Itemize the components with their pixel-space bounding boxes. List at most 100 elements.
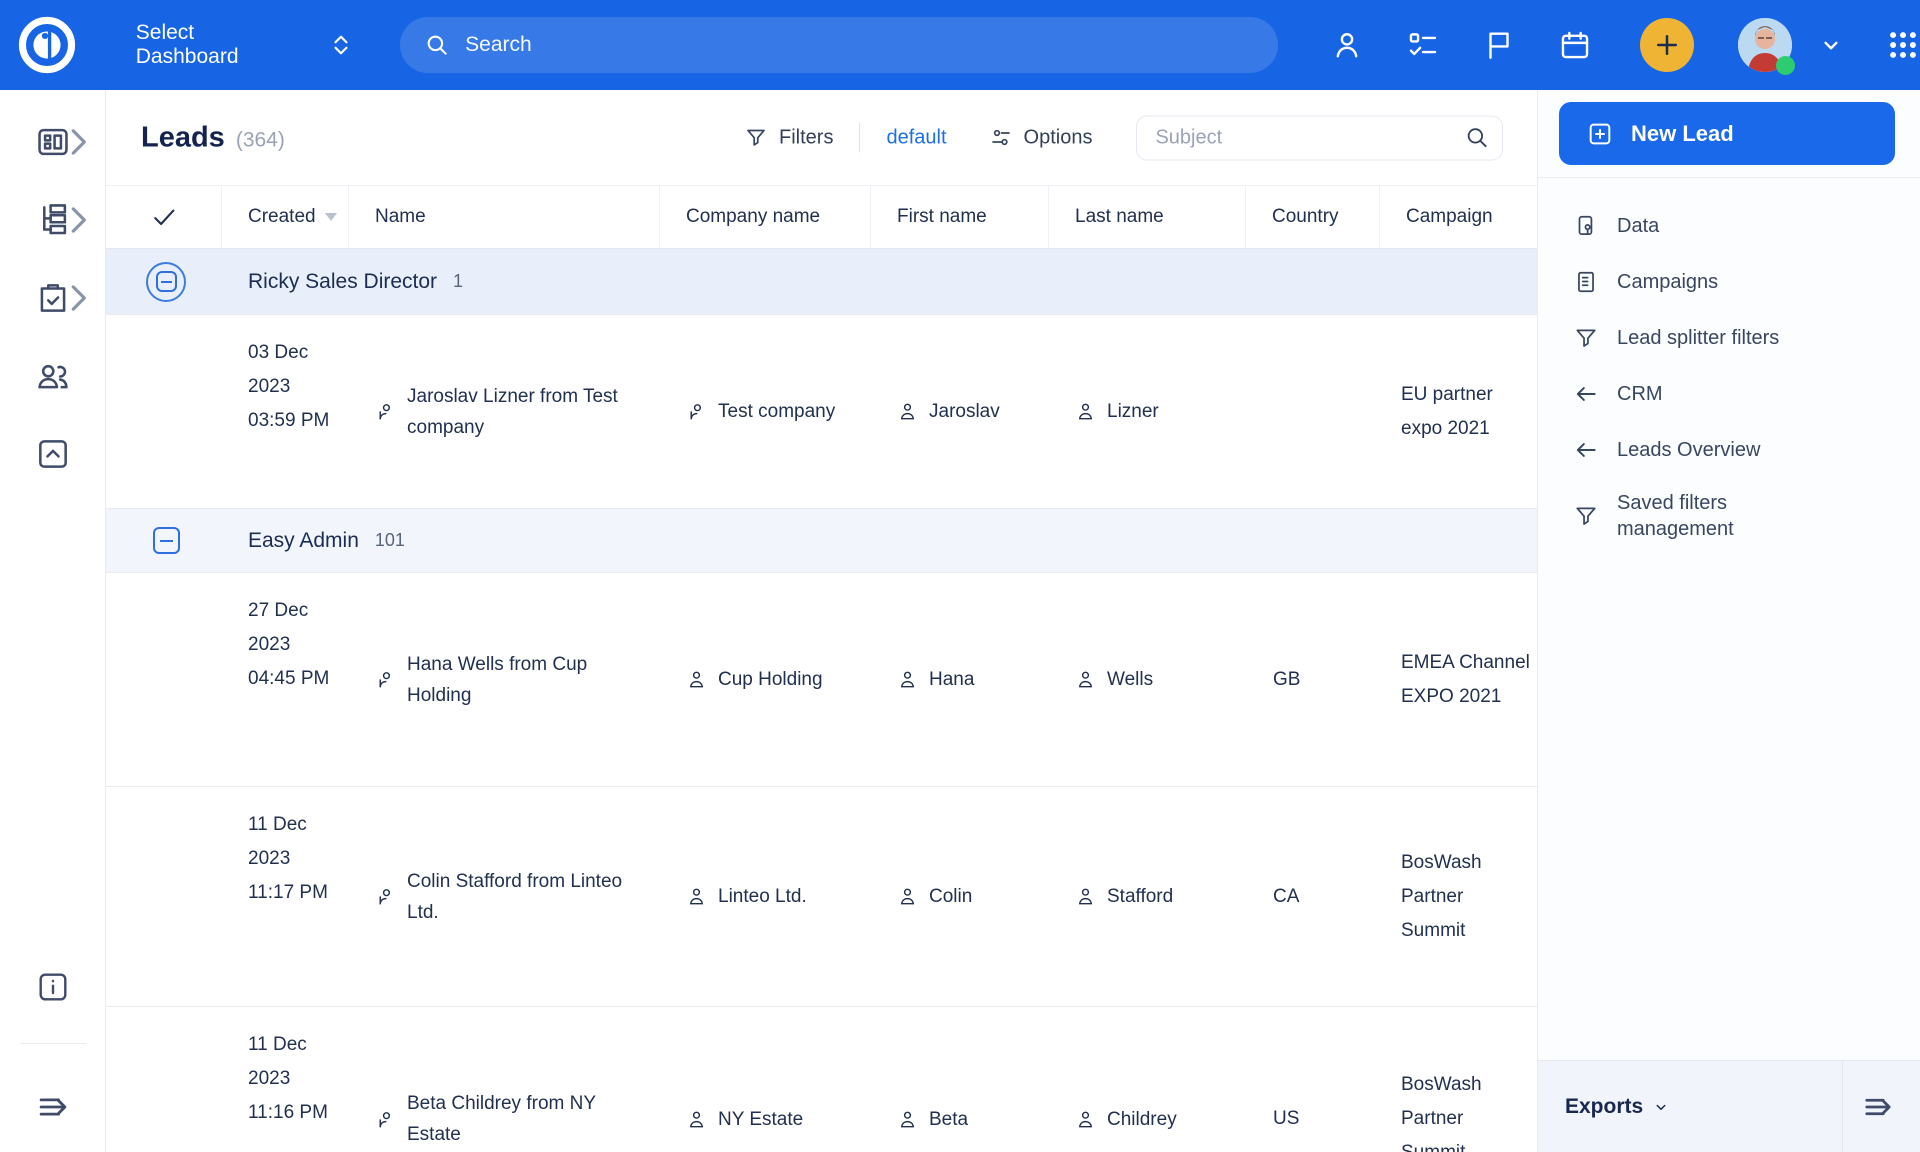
person-icon	[1074, 668, 1097, 691]
sidebar-item-upload[interactable]	[0, 428, 106, 480]
user-icon[interactable]	[1330, 28, 1364, 62]
subject-input[interactable]	[1136, 115, 1503, 160]
panel-footer: Exports	[1538, 1060, 1920, 1152]
global-search[interactable]	[400, 17, 1278, 73]
sliders-icon	[989, 126, 1013, 150]
new-lead-button[interactable]: New Lead	[1559, 102, 1895, 165]
sidebar-item-users[interactable]	[0, 350, 106, 402]
options-button[interactable]: Options	[989, 126, 1093, 150]
sidebar-item-tasks[interactable]	[0, 272, 106, 324]
lead-row[interactable]: 11 Dec 2023 11:16 PM Beta Childrey from …	[106, 1007, 1537, 1152]
cell-first-name: Hana	[870, 664, 1048, 695]
lead-row[interactable]: 11 Dec 2023 11:17 PM Colin Stafford from…	[106, 787, 1537, 1007]
right-action-panel: New Lead Data Campaigns Lead splitter fi…	[1537, 90, 1920, 1152]
people-icon	[34, 357, 72, 395]
cell-first-name: Beta	[870, 1104, 1048, 1135]
menu-item-data[interactable]: Data	[1573, 198, 1904, 254]
cell-last-name: Childrey	[1048, 1104, 1245, 1135]
person-icon	[685, 885, 708, 908]
person-icon	[374, 668, 397, 691]
filters-label: Filters	[779, 126, 833, 149]
column-header-first-name[interactable]: First name	[870, 186, 1048, 248]
sidebar-item-projects[interactable]	[0, 194, 106, 246]
person-icon	[1074, 885, 1097, 908]
collapse-group-button[interactable]	[146, 521, 186, 561]
sort-desc-icon	[325, 213, 337, 221]
cell-created: 03 Dec 2023 03:59 PM	[221, 315, 348, 438]
group-label: Ricky Sales Director	[248, 270, 437, 294]
person-icon	[896, 400, 919, 423]
person-icon	[374, 400, 397, 423]
cell-company: NY Estate	[659, 1104, 870, 1135]
quick-add-button[interactable]	[1640, 18, 1694, 72]
column-header-last-name[interactable]: Last name	[1048, 186, 1245, 248]
arrow-left-icon	[1573, 437, 1599, 463]
group-count: 1	[453, 271, 463, 292]
box-chevron-up-icon	[34, 435, 72, 473]
column-header-company[interactable]: Company name	[659, 186, 870, 248]
menu-item-lead-splitter-filters[interactable]: Lead splitter filters	[1573, 310, 1904, 366]
lead-row[interactable]: 27 Dec 2023 04:45 PM Hana Wells from Cup…	[106, 573, 1537, 787]
menu-item-campaigns[interactable]: Campaigns	[1573, 254, 1904, 310]
column-header-country[interactable]: Country	[1245, 186, 1379, 248]
person-icon	[374, 1108, 397, 1131]
menu-item-leads-overview[interactable]: Leads Overview	[1573, 422, 1904, 478]
calendar-icon[interactable]	[1558, 28, 1592, 62]
person-icon	[685, 668, 708, 691]
collapse-panel-icon[interactable]	[1860, 1089, 1896, 1125]
user-avatar[interactable]	[1738, 18, 1792, 72]
cell-country: US	[1245, 1108, 1379, 1130]
active-filter-link[interactable]: default	[886, 126, 946, 149]
sidebar-item-dashboards[interactable]	[0, 116, 106, 168]
person-icon	[685, 400, 708, 423]
search-input[interactable]	[465, 33, 1254, 57]
cell-created: 11 Dec 2023 11:17 PM	[221, 787, 348, 910]
cell-country: CA	[1245, 886, 1379, 908]
funnel-icon	[1573, 325, 1599, 351]
chevron-right-icon	[59, 201, 97, 239]
info-icon[interactable]	[35, 969, 71, 1005]
lead-row[interactable]: 03 Dec 2023 03:59 PM Jaroslav Lizner fro…	[106, 315, 1537, 509]
search-icon[interactable]	[1464, 125, 1490, 151]
exports-button[interactable]: Exports	[1565, 1095, 1670, 1119]
sidebar-divider	[20, 1043, 86, 1044]
person-icon	[1074, 1108, 1097, 1131]
panel-divider	[1538, 177, 1920, 178]
toolbar-divider	[859, 123, 860, 153]
app-logo[interactable]	[0, 0, 94, 90]
chevron-right-icon	[59, 123, 97, 161]
select-all-header[interactable]	[106, 186, 221, 248]
cell-name: Jaroslav Lizner from Test company	[348, 381, 659, 443]
table-header-row: Created Name Company name First name Las…	[106, 185, 1537, 249]
chevron-down-icon[interactable]	[1818, 32, 1844, 58]
collapse-group-button[interactable]	[146, 262, 186, 302]
cell-campaign: EMEA Channel EXPO 2021	[1379, 646, 1537, 714]
group-count: 101	[375, 530, 405, 551]
filters-button[interactable]: Filters	[744, 126, 833, 150]
menu-item-crm[interactable]: CRM	[1573, 366, 1904, 422]
menu-item-saved-filters-management[interactable]: Saved filters management	[1573, 478, 1904, 554]
data-icon	[1573, 213, 1599, 239]
tasks-icon[interactable]	[1406, 28, 1440, 62]
cell-created: 11 Dec 2023 11:16 PM	[221, 1007, 348, 1130]
record-count: (364)	[236, 128, 285, 152]
cell-first-name: Colin	[870, 881, 1048, 912]
dashboard-selector-label: Select Dashboard	[136, 21, 302, 69]
group-row-easy-admin[interactable]: Easy Admin 101	[106, 509, 1537, 573]
dashboard-selector[interactable]: Select Dashboard	[136, 21, 352, 69]
footer-divider	[1842, 1061, 1843, 1152]
funnel-icon	[744, 126, 768, 150]
expand-menu-icon[interactable]	[34, 1088, 72, 1126]
group-row-ricky-sales-director[interactable]: Ricky Sales Director 1	[106, 249, 1537, 315]
flag-icon[interactable]	[1482, 28, 1516, 62]
top-bar: Select Dashboard	[0, 0, 1920, 90]
cell-last-name: Stafford	[1048, 881, 1245, 912]
panel-menu: Data Campaigns Lead splitter filters CRM…	[1573, 198, 1904, 554]
leads-list-page: Leads (364) Filters default Options	[106, 90, 1537, 1152]
column-header-campaign[interactable]: Campaign	[1379, 186, 1537, 248]
expander-icon	[330, 32, 352, 58]
column-header-name[interactable]: Name	[348, 186, 659, 248]
column-header-created[interactable]: Created	[221, 186, 348, 248]
funnel-icon	[1573, 503, 1599, 529]
apps-grid-icon[interactable]	[1886, 28, 1920, 62]
